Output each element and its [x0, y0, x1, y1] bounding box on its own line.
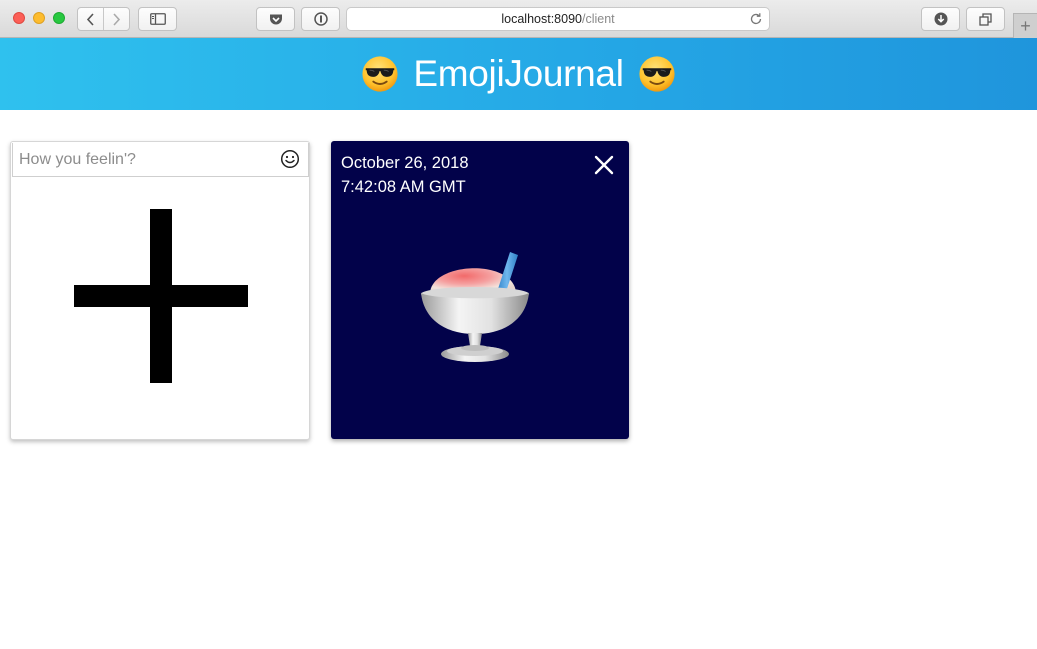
- chevron-right-icon: [113, 12, 121, 26]
- tab-overview-button[interactable]: [966, 7, 1005, 31]
- tabs-icon: [978, 12, 992, 26]
- zoom-window-button[interactable]: [53, 12, 65, 24]
- sidebar-icon: [149, 13, 166, 25]
- entry-time: 7:42:08 AM GMT: [341, 178, 466, 196]
- chevron-left-icon: [86, 12, 94, 26]
- reload-icon[interactable]: [749, 12, 763, 26]
- sunglasses-emoji-icon: [362, 56, 398, 92]
- password-manager-button[interactable]: [301, 7, 340, 31]
- journal-entry-card: October 26, 2018 7:42:08 AM GMT: [331, 141, 629, 439]
- close-window-button[interactable]: [13, 12, 25, 24]
- keyhole-icon: [313, 12, 328, 26]
- feeling-input[interactable]: [13, 143, 308, 176]
- pocket-icon: [269, 14, 282, 24]
- app-header: EmojiJournal: [0, 38, 1037, 110]
- download-icon: [934, 12, 947, 26]
- sidebar-toggle-button[interactable]: [138, 7, 177, 31]
- address-bar[interactable]: localhost:8090/client: [346, 7, 770, 31]
- add-entry-button[interactable]: [74, 209, 248, 383]
- forward-button[interactable]: [104, 8, 129, 30]
- smiley-icon[interactable]: [280, 149, 300, 169]
- app-title: EmojiJournal: [413, 53, 624, 94]
- sunglasses-emoji-icon: [639, 56, 675, 92]
- back-button[interactable]: [78, 8, 103, 30]
- plus-icon: [74, 285, 248, 307]
- downloads-button[interactable]: [921, 7, 960, 31]
- history-nav-group: [77, 7, 130, 31]
- browser-toolbar: localhost:8090/client +: [0, 0, 1037, 38]
- shaved-ice-emoji-icon: [421, 252, 529, 362]
- entry-date: October 26, 2018: [341, 154, 469, 172]
- new-tab-button[interactable]: +: [1013, 13, 1037, 38]
- close-icon[interactable]: [593, 154, 615, 176]
- minimize-window-button[interactable]: [33, 12, 45, 24]
- url-host: localhost:8090: [501, 12, 582, 26]
- url-path: /client: [581, 12, 615, 26]
- new-entry-card: [10, 141, 310, 440]
- feeling-input-wrapper: [12, 143, 309, 177]
- pocket-button[interactable]: [256, 7, 295, 31]
